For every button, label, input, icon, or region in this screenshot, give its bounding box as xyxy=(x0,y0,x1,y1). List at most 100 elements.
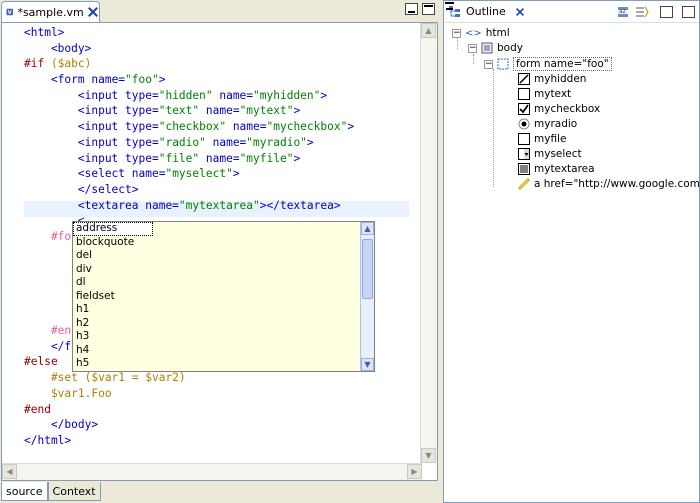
completion-scrollbar[interactable]: ▲ ▼ xyxy=(360,222,374,371)
close-icon[interactable] xyxy=(88,7,93,17)
outline-node-html[interactable]: − <> html xyxy=(452,27,510,39)
code-token: </html> xyxy=(24,433,72,447)
code-token: > xyxy=(158,73,166,87)
code-line[interactable]: <body> xyxy=(24,41,354,57)
filter-icon[interactable] xyxy=(635,5,649,19)
code-token: > xyxy=(320,88,328,102)
completion-list[interactable]: address blockquote del div dl fieldset h1 h2 h3 h… xyxy=(73,222,374,371)
code-token: <input type= xyxy=(24,120,159,134)
completion-scroll-thumb[interactable] xyxy=(362,239,373,299)
code-line[interactable]: <form name="foo"> xyxy=(24,72,354,88)
code-token: "myfile" xyxy=(239,151,294,165)
code-token: </body> xyxy=(24,418,99,432)
code-token: #end xyxy=(24,402,51,416)
code-token: #set ($var1 = $var2) xyxy=(24,371,186,385)
textarea-icon xyxy=(518,163,530,175)
scroll-left-icon[interactable]: ◀ xyxy=(2,464,17,479)
completion-popup[interactable]: address blockquote del div dl fieldset h1 h2 h3 h… xyxy=(72,221,375,372)
code-editor[interactable]: <html> <body> #if ($abc) <form name="foo"… xyxy=(1,22,438,481)
scroll-right-icon[interactable]: ▶ xyxy=(407,464,422,479)
horizontal-scrollbar[interactable]: ◀ ▶ xyxy=(2,463,422,480)
sort-icon[interactable]: az xyxy=(616,5,630,19)
outline-node-mycheckbox[interactable]: mycheckbox xyxy=(518,103,600,115)
outline-node-form[interactable]: − form name="foo" xyxy=(484,57,612,71)
velocity-file-icon: V xyxy=(6,8,13,16)
scroll-up-icon[interactable]: ▲ xyxy=(421,23,436,38)
code-line[interactable]: <html> xyxy=(24,25,354,41)
outline-close-icon[interactable] xyxy=(516,8,524,16)
code-token: "radio" xyxy=(158,135,206,149)
code-line[interactable]: <input type="text" name="mytext"> xyxy=(24,103,354,119)
collapse-icon[interactable]: − xyxy=(484,59,493,69)
completion-scroll-down-icon[interactable]: ▼ xyxy=(361,358,374,371)
outline-node-myfile[interactable]: myfile xyxy=(518,133,566,145)
editor-panel: V *sample.vm <html> <body> #if ($abc) <fo… xyxy=(0,0,440,503)
code-token: "file" xyxy=(158,151,200,165)
outline-node-myselect[interactable]: myselect xyxy=(518,148,582,160)
outline-node-mytext[interactable]: mytext xyxy=(518,88,571,100)
editor-ruler xyxy=(2,23,18,480)
completion-item[interactable]: h4 xyxy=(73,344,358,358)
code-line[interactable]: <input type="radio" name="myradio"> xyxy=(24,135,354,151)
code-line[interactable]: <input type="checkbox" name="mycheckbox"… xyxy=(24,119,354,135)
completion-item[interactable]: div xyxy=(73,263,358,277)
code-token: ></textarea> xyxy=(259,198,341,212)
text-field-icon xyxy=(518,88,530,100)
code-token: name= xyxy=(199,151,240,165)
scroll-down-icon[interactable]: ▼ xyxy=(421,448,436,463)
code-token: name= xyxy=(199,104,240,118)
tree-line xyxy=(473,54,474,64)
completion-item[interactable]: dl xyxy=(73,276,358,290)
code-line[interactable]: <input type="file" name="myfile"> xyxy=(24,151,354,167)
code-line[interactable]: #end xyxy=(24,402,354,418)
code-token: ($abc) xyxy=(50,57,92,71)
code-token: "mytextarea" xyxy=(178,198,260,212)
completion-scroll-up-icon[interactable]: ▲ xyxy=(361,222,374,235)
code-line[interactable]: #if ($abc) xyxy=(24,56,354,72)
completion-item[interactable]: h5 xyxy=(73,357,358,371)
outline-node-link[interactable]: a href="http://www.google.com" xyxy=(518,178,700,190)
tab-sample-vm[interactable]: V *sample.vm xyxy=(1,1,100,22)
code-token: #end xyxy=(24,324,78,338)
code-token: > xyxy=(306,135,314,149)
outline-maximize-button[interactable] xyxy=(445,2,695,18)
code-token: "myselect" xyxy=(165,167,233,181)
code-line[interactable]: </select> xyxy=(24,182,354,198)
collapse-icon[interactable]: − xyxy=(452,28,461,38)
collapse-icon[interactable]: − xyxy=(468,43,477,53)
code-line[interactable]: <input type="hidden" name="myhidden"> xyxy=(24,88,354,104)
code-line[interactable]: </html> xyxy=(24,433,354,449)
tab-context[interactable]: Context xyxy=(47,482,101,501)
outline-node-body[interactable]: − body xyxy=(468,42,523,54)
outline-minimize-button[interactable] xyxy=(446,5,673,18)
code-token: <body> xyxy=(24,41,92,55)
completion-item[interactable]: h1 xyxy=(73,303,358,317)
code-line[interactable]: <select name="myselect"> xyxy=(24,166,354,182)
minimize-button[interactable] xyxy=(405,3,418,15)
completion-item[interactable]: h2 xyxy=(73,317,358,331)
vertical-scrollbar[interactable]: ▲ ▼ xyxy=(420,23,437,463)
editor-bottom-tabs: source Context xyxy=(1,482,101,502)
outline-node-mytextarea[interactable]: mytextarea xyxy=(518,163,595,175)
tab-label: *sample.vm xyxy=(17,5,84,19)
code-token: <form xyxy=(24,73,92,87)
code-token: "mycheckbox" xyxy=(266,120,348,134)
tab-source[interactable]: source xyxy=(1,482,48,501)
code-line[interactable]: <textarea name="mytextarea"></textarea> xyxy=(24,198,354,214)
code-line[interactable]: #set ($var1 = $var2) xyxy=(24,370,354,386)
completion-item[interactable]: del xyxy=(73,249,358,263)
completion-item[interactable]: address xyxy=(73,222,153,236)
link-icon xyxy=(518,178,530,190)
code-token: > xyxy=(293,151,301,165)
code-line[interactable]: $var1.Foo xyxy=(24,386,354,402)
outline-node-myradio[interactable]: myradio xyxy=(518,118,577,130)
maximize-button[interactable] xyxy=(422,3,435,15)
completion-item[interactable]: h3 xyxy=(73,330,358,344)
completion-item[interactable]: blockquote xyxy=(73,236,358,250)
outline-title: Outline xyxy=(466,5,506,18)
completion-item[interactable]: fieldset xyxy=(73,290,358,304)
code-line[interactable]: </body> xyxy=(24,417,354,433)
outline-node-myhidden[interactable]: myhidden xyxy=(518,73,586,85)
outline-icon xyxy=(449,6,460,17)
svg-text:az: az xyxy=(619,8,626,15)
